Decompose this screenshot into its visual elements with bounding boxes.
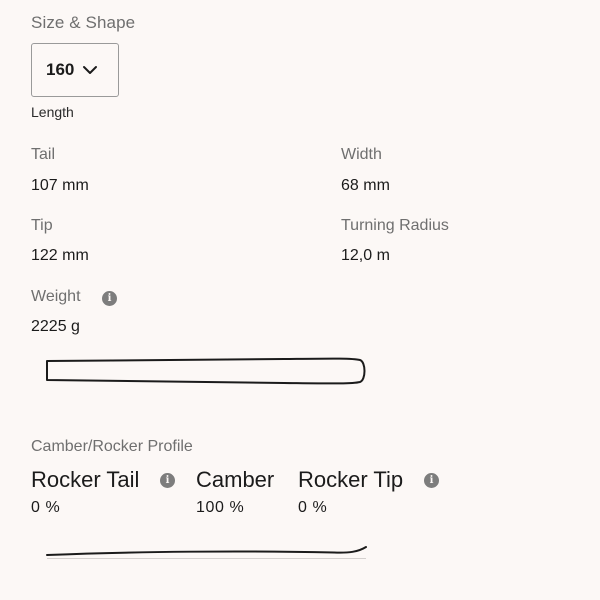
- turning-radius-value: 12,0 m: [341, 247, 390, 264]
- length-select[interactable]: 160: [31, 43, 119, 97]
- weight-value: 2225 g: [31, 318, 80, 335]
- rocker-tip-info-icon[interactable]: i: [424, 473, 439, 488]
- weight-info-icon[interactable]: i: [102, 291, 117, 306]
- size-shape-title: Size & Shape: [31, 13, 136, 32]
- weight-label: Weight: [31, 288, 81, 305]
- rocker-tail-label: Rocker Tail: [31, 467, 140, 492]
- tail-value: 107 mm: [31, 177, 89, 194]
- chevron-down-icon: [83, 66, 98, 74]
- rocker-tip-value: 0 %: [298, 499, 328, 516]
- turning-radius-label: Turning Radius: [341, 217, 449, 234]
- tail-label: Tail: [31, 146, 56, 163]
- camber-label: Camber: [196, 467, 275, 492]
- camber-rocker-title: Camber/Rocker Profile: [31, 438, 193, 455]
- tip-value: 122 mm: [31, 247, 89, 264]
- rocker-tail-info-icon[interactable]: i: [160, 473, 175, 488]
- length-select-value: 160: [46, 60, 75, 79]
- length-label: Length: [31, 104, 74, 120]
- rocker-tip-label: Rocker Tip: [298, 467, 404, 492]
- camber-value: 100 %: [196, 499, 245, 516]
- camber-profile-curve: [46, 546, 367, 559]
- ski-shape-outline: [46, 357, 366, 385]
- width-label: Width: [341, 146, 382, 163]
- width-value: 68 mm: [341, 177, 390, 194]
- ski-spec-panel: Size & Shape 160 Length Tail 107 mm Widt…: [0, 0, 600, 600]
- tip-label: Tip: [31, 217, 53, 234]
- rocker-tail-value: 0 %: [31, 499, 61, 516]
